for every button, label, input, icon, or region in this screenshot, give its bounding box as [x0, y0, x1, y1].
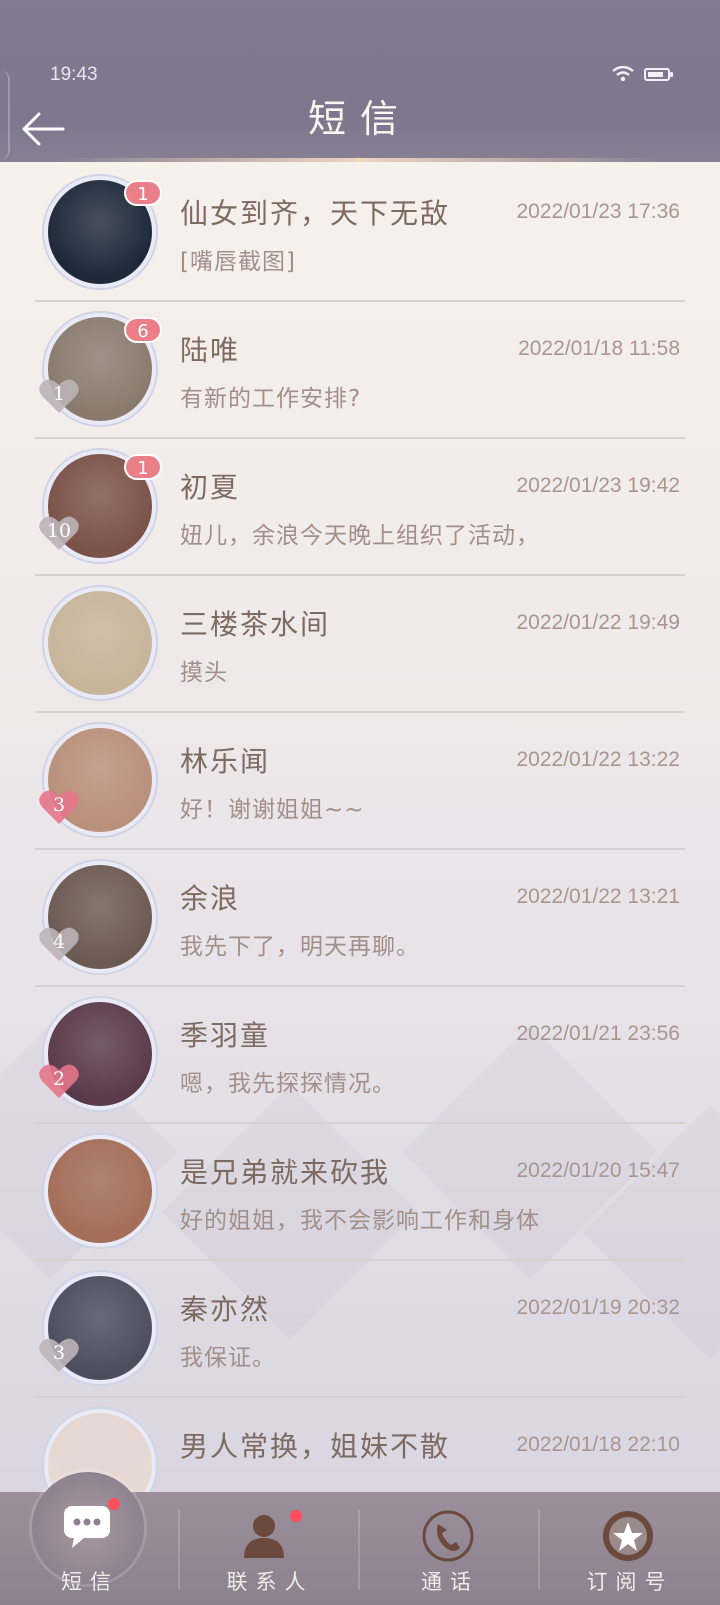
message-preview: 好！谢谢姐姐~~	[180, 797, 365, 823]
unread-badge: 1	[124, 454, 162, 480]
battery-icon	[644, 67, 673, 81]
message-timestamp: 2022/01/18 11:58	[518, 337, 680, 360]
contact-name: 陆唯	[180, 334, 241, 367]
star-badge-icon	[600, 1508, 656, 1564]
nav-label: 通话	[421, 1570, 479, 1594]
message-preview: 摸头	[180, 660, 228, 686]
message-preview: 嗯，我先探探情况。	[180, 1071, 396, 1097]
conversation-row[interactable]: 3 秦亦然 2022/01/19 20:32 我保证。	[0, 1258, 720, 1398]
heart-level-icon: 3	[38, 788, 80, 826]
status-icons	[612, 66, 673, 82]
contact-name: 林乐闻	[180, 745, 271, 778]
message-preview: 我先下了，明天再聊。	[180, 934, 420, 960]
conversation-row[interactable]: 1 10 初夏 2022/01/23 19:42 妞儿，余浪今天晚上组织了活动，	[0, 436, 720, 576]
heart-level-number: 3	[52, 794, 66, 816]
contact-name: 初夏	[180, 471, 241, 504]
message-list[interactable]: 1 仙女到齐，天下无敌 2022/01/23 17:36 [嘴唇截图] 6 1 陆唯 2022…	[0, 162, 720, 1492]
wifi-icon	[612, 66, 634, 82]
avatar[interactable]	[44, 1135, 156, 1247]
nav-label: 短信	[61, 1570, 119, 1594]
contact-name: 余浪	[180, 882, 241, 915]
message-timestamp: 2022/01/19 20:32	[516, 1296, 681, 1319]
unread-badge: 1	[124, 180, 162, 206]
contact-name: 三楼茶水间	[180, 608, 331, 641]
nav-tab-star-badge[interactable]: 订阅号	[540, 1492, 720, 1605]
message-timestamp: 2022/01/22 13:22	[516, 748, 681, 771]
contact-name: 季羽童	[180, 1019, 271, 1052]
heart-level-number: 4	[52, 931, 66, 953]
message-preview: 我保证。	[180, 1345, 276, 1371]
conversation-row[interactable]: 6 1 陆唯 2022/01/18 11:58 有新的工作安排?	[0, 299, 720, 439]
message-preview: 好的姐姐，我不会影响工作和身体	[180, 1208, 540, 1234]
conversation-row[interactable]: 4 余浪 2022/01/22 13:21 我先下了，明天再聊。	[0, 847, 720, 987]
heart-level-number: 2	[52, 1068, 66, 1090]
nav-label: 联系人	[226, 1570, 314, 1594]
message-timestamp: 2022/01/22 19:49	[516, 611, 681, 634]
message-preview: 有新的工作安排?	[180, 386, 362, 412]
nav-tab-chat-bubble[interactable]: 短信	[0, 1472, 180, 1605]
message-timestamp: 2022/01/23 17:36	[516, 200, 681, 223]
conversation-row[interactable]: 3 林乐闻 2022/01/22 13:22 好！谢谢姐姐~~	[0, 710, 720, 850]
page-title: 短信	[307, 97, 412, 141]
message-timestamp: 2022/01/20 15:47	[516, 1159, 681, 1182]
status-time: 19:43	[50, 64, 98, 85]
conversation-row[interactable]: 三楼茶水间 2022/01/22 19:49 摸头	[0, 573, 720, 713]
heart-level-icon: 10	[38, 514, 80, 552]
person-icon	[240, 1508, 296, 1564]
contact-name: 仙女到齐，天下无敌	[180, 197, 451, 230]
avatar[interactable]	[44, 587, 156, 699]
heart-level-icon: 1	[38, 377, 80, 415]
heart-level-icon: 2	[38, 1062, 80, 1100]
heart-level-number: 3	[52, 1342, 66, 1364]
nav-tab-person[interactable]: 联系人	[180, 1492, 360, 1605]
nav-label: 订阅号	[586, 1570, 674, 1594]
message-timestamp: 2022/01/22 13:21	[516, 885, 681, 908]
heart-level-icon: 3	[38, 1336, 80, 1374]
message-preview: [嘴唇截图]	[180, 249, 296, 275]
contact-name: 男人常换，姐妹不散	[180, 1430, 451, 1463]
heart-level-number: 10	[46, 520, 72, 542]
notification-dot	[108, 1498, 120, 1510]
message-preview: 妞儿，余浪今天晚上组织了活动，	[180, 523, 540, 549]
heart-level-number: 1	[52, 383, 66, 405]
message-timestamp: 2022/01/21 23:56	[516, 1022, 681, 1045]
contact-name: 秦亦然	[180, 1293, 271, 1326]
phone-icon	[420, 1508, 476, 1564]
message-timestamp: 2022/01/18 22:10	[516, 1433, 681, 1456]
unread-badge: 6	[124, 317, 162, 343]
header: 19:43 短信 ✦	[0, 0, 720, 172]
conversation-row[interactable]: 1 仙女到齐，天下无敌 2022/01/23 17:36 [嘴唇截图]	[0, 162, 720, 302]
message-timestamp: 2022/01/23 19:42	[516, 474, 681, 497]
notification-dot	[290, 1510, 302, 1522]
conversation-row[interactable]: 2 季羽童 2022/01/21 23:56 嗯，我先探探情况。	[0, 984, 720, 1124]
bottom-nav: 短信 联系人 通话 订阅号	[0, 1472, 720, 1605]
heart-level-icon: 4	[38, 925, 80, 963]
conversation-row[interactable]: 是兄弟就来砍我 2022/01/20 15:47 好的姐姐，我不会影响工作和身体	[0, 1121, 720, 1261]
nav-tab-phone[interactable]: 通话	[360, 1492, 540, 1605]
contact-name: 是兄弟就来砍我	[180, 1156, 391, 1189]
